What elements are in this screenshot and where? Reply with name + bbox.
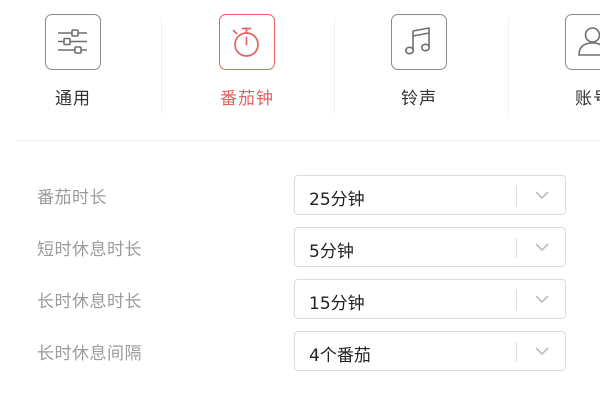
chevron-down-icon[interactable] — [533, 344, 551, 358]
general-icon-box — [45, 14, 101, 70]
long-break-label: 长时休息时长 — [37, 292, 142, 312]
user-icon — [578, 27, 600, 56]
sliders-icon — [58, 29, 87, 54]
tab-general[interactable]: 通用 — [14, 0, 134, 130]
stopwatch-icon — [232, 27, 259, 57]
select-separator — [516, 342, 517, 362]
long-break-select[interactable]: 15分钟 — [294, 279, 566, 319]
select-separator — [516, 186, 517, 206]
pomodoro-icon-box — [219, 14, 275, 70]
setting-row-short-break: 短时休息时长 5分钟 — [0, 227, 600, 269]
setting-row-long-break-interval: 长时休息间隔 4个番茄 — [0, 331, 600, 373]
tab-general-label: 通用 — [55, 89, 91, 109]
tab-account[interactable]: 账号 — [534, 0, 600, 130]
select-separator — [516, 290, 517, 310]
tab-divider — [334, 18, 335, 114]
pomodoro-duration-label: 番茄时长 — [37, 188, 107, 208]
tab-account-label: 账号 — [575, 89, 600, 109]
music-note-icon — [404, 27, 431, 55]
setting-row-pomodoro-duration: 番茄时长 25分钟 — [0, 175, 600, 217]
select-separator — [516, 238, 517, 258]
tab-pomodoro[interactable]: 番茄钟 — [188, 0, 308, 130]
long-break-interval-select[interactable]: 4个番茄 — [294, 331, 566, 371]
select-value: 5分钟 — [309, 242, 354, 262]
pomodoro-duration-select[interactable]: 25分钟 — [294, 175, 566, 215]
tab-divider — [508, 18, 509, 114]
header-divider — [16, 140, 600, 141]
tab-divider — [161, 18, 162, 114]
short-break-label: 短时休息时长 — [37, 240, 142, 260]
chevron-down-icon[interactable] — [533, 188, 551, 202]
tab-ringtone-label: 铃声 — [401, 89, 437, 109]
settings-tab-bar: 通用 番茄钟 铃声 账 — [0, 0, 600, 140]
settings-window: 通用 番茄钟 铃声 账 番茄时长 25分钟 短时休息时长 5分钟 长时休息时长 … — [0, 0, 600, 402]
chevron-down-icon[interactable] — [533, 292, 551, 306]
short-break-select[interactable]: 5分钟 — [294, 227, 566, 267]
chevron-down-icon[interactable] — [533, 240, 551, 254]
select-value: 25分钟 — [309, 190, 365, 210]
select-value: 15分钟 — [309, 294, 365, 314]
account-icon-box — [565, 14, 600, 70]
select-value: 4个番茄 — [309, 346, 371, 366]
tab-pomodoro-label: 番茄钟 — [220, 89, 274, 109]
ringtone-icon-box — [391, 14, 447, 70]
long-break-interval-label: 长时休息间隔 — [37, 344, 142, 364]
tab-ringtone[interactable]: 铃声 — [360, 0, 480, 130]
setting-row-long-break: 长时休息时长 15分钟 — [0, 279, 600, 321]
